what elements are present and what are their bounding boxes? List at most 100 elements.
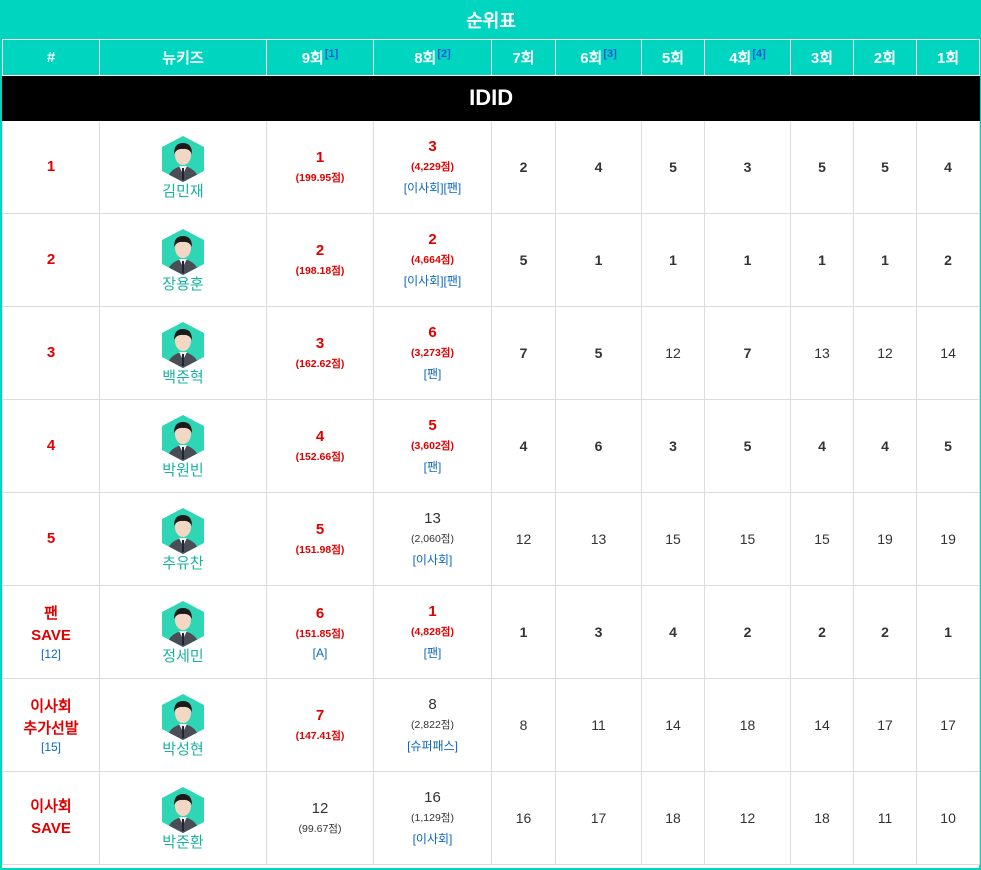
member-photo-icon: [158, 134, 208, 184]
episode-rank-cell: 4: [915, 120, 981, 214]
member-cell: 박원빈: [99, 399, 267, 493]
member-cell: 박준환: [99, 771, 267, 865]
footnote-link[interactable]: [4]: [752, 48, 765, 60]
episode-8-cell: 8 (2,822점) [슈퍼패스]: [373, 678, 492, 772]
episode-rank: 8: [428, 696, 437, 713]
column-header-label: #: [46, 49, 56, 66]
footnote-link[interactable]: [2]: [437, 48, 450, 60]
episode-rank-cell: 2: [491, 120, 556, 214]
rank-label: 3: [46, 344, 56, 361]
episode-rank-cell: 4: [641, 585, 705, 679]
episode-rank-cell: 5: [790, 120, 854, 214]
column-header-episode: 6회[3]: [555, 39, 642, 76]
episode-9-cell: 1 (199.95점): [266, 120, 374, 214]
episode-rank-cell: 16: [491, 771, 556, 865]
member-photo-icon: [158, 785, 208, 835]
column-header-episode: 8회[2]: [373, 39, 492, 76]
episode-points: (151.85점): [295, 627, 345, 640]
episode-note-link[interactable]: [이사회][팬]: [374, 272, 491, 289]
episode-rank-cell: 8: [491, 678, 556, 772]
episode-rank: 3: [315, 335, 325, 352]
rank-label: 1: [46, 158, 56, 175]
episode-rank-cell: 5: [853, 120, 917, 214]
column-header-episode: 3회: [790, 39, 854, 76]
episode-rank: 3: [428, 138, 437, 155]
episode-9-cell: 12 (99.67점): [266, 771, 374, 865]
rank-label: SAVE: [31, 820, 71, 837]
episode-rank-cell: 5: [555, 306, 642, 400]
episode-note-link[interactable]: [팬]: [374, 644, 491, 661]
member-cell: 정세민: [99, 585, 267, 679]
rank-footnote-link[interactable]: [12]: [3, 647, 99, 661]
rank-label: 이사회: [30, 798, 72, 815]
episode-rank-cell: 2: [790, 585, 854, 679]
episode-note-link[interactable]: [A]: [267, 646, 373, 660]
episode-points: (1,129점): [411, 812, 454, 824]
table-title: 순위표: [1, 0, 981, 40]
column-header-episode: 1회: [915, 39, 981, 76]
episode-rank-cell: 6: [555, 399, 642, 493]
episode-rank-cell: 3: [641, 399, 705, 493]
column-header-label: 3회: [810, 50, 834, 67]
episode-rank-cell: 1: [790, 213, 854, 307]
episode-rank-cell: 1: [641, 213, 705, 307]
table-row: 1 김민재 1 (199.95점) 3 (4,229점) [이사회][팬] 2 4 5 3 5 5 4: [2, 120, 981, 214]
rank-footnote-link[interactable]: [15]: [3, 740, 99, 754]
footnote-link[interactable]: [3]: [603, 48, 616, 60]
episode-note-link[interactable]: [이사회][팬]: [374, 179, 491, 196]
episode-note-link[interactable]: [팬]: [374, 365, 491, 382]
table-row: 2 장용훈 2 (198.18점) 2 (4,664점) [이사회][팬] 5 1 1 1 1 1 2: [2, 213, 981, 307]
rank-label: 추가선발: [23, 720, 79, 737]
episode-points: (3,602점): [411, 440, 454, 452]
rank-cell: 팬 SAVE [12]: [2, 585, 100, 679]
footnote-link[interactable]: [1]: [325, 48, 338, 60]
episode-rank-cell: 5: [704, 399, 791, 493]
episode-rank: 7: [315, 707, 325, 724]
episode-rank: 2: [428, 231, 437, 248]
column-header-label: 8회: [414, 50, 437, 67]
member-cell: 박성현: [99, 678, 267, 772]
episode-rank-cell: 7: [491, 306, 556, 400]
episode-points: (99.67점): [298, 823, 342, 835]
rank-cell: 이사회추가선발 [15]: [2, 678, 100, 772]
column-header-label: 1회: [937, 50, 960, 67]
episode-rank-cell: 13: [555, 492, 642, 586]
rank-cell: 5: [2, 492, 100, 586]
episode-note-link[interactable]: [슈퍼패스]: [374, 737, 491, 754]
episode-rank-cell: 19: [853, 492, 917, 586]
episode-8-cell: 5 (3,602점) [팬]: [373, 399, 492, 493]
episode-rank-cell: 5: [641, 120, 705, 214]
rank-label: 2: [46, 251, 56, 268]
column-header-episode: 7회: [491, 39, 556, 76]
column-header-label: 2회: [873, 50, 897, 67]
column-header-episode: 2회: [853, 39, 917, 76]
member-cell: 장용훈: [99, 213, 267, 307]
episode-rank: 5: [428, 417, 437, 434]
column-header-label: 7회: [512, 50, 535, 67]
rank-cell: 2: [2, 213, 100, 307]
episode-note-link[interactable]: [이사회]: [374, 830, 491, 847]
episode-note-link[interactable]: [팬]: [374, 458, 491, 475]
episode-points: (3,273점): [411, 347, 454, 359]
column-header-label: 4회: [729, 50, 752, 67]
rank-label: 이사회: [30, 698, 72, 715]
table-row: 4 박원빈 4 (152.66점) 5 (3,602점) [팬] 4 6 3 5 4 4 5: [2, 399, 981, 493]
episode-rank-cell: 14: [790, 678, 854, 772]
episode-rank: 12: [311, 800, 329, 817]
episode-8-cell: 16 (1,129점) [이사회]: [373, 771, 492, 865]
episode-rank: 5: [315, 521, 325, 538]
rank-cell: 4: [2, 399, 100, 493]
episode-rank: 16: [424, 789, 441, 806]
episode-rank-cell: 2: [853, 585, 917, 679]
episode-9-cell: 2 (198.18점): [266, 213, 374, 307]
column-header-episode: 5회: [641, 39, 705, 76]
episode-note-link[interactable]: [이사회]: [374, 551, 491, 568]
episode-rank-cell: 3: [704, 120, 791, 214]
member-photo-icon: [158, 227, 208, 277]
episode-points: (198.18점): [295, 265, 345, 277]
episode-points: (152.66점): [295, 451, 345, 463]
episode-rank-cell: 13: [790, 306, 854, 400]
column-header-label: 9회: [301, 50, 324, 67]
episode-points: (162.62점): [295, 358, 345, 370]
episode-rank-cell: 17: [555, 771, 642, 865]
